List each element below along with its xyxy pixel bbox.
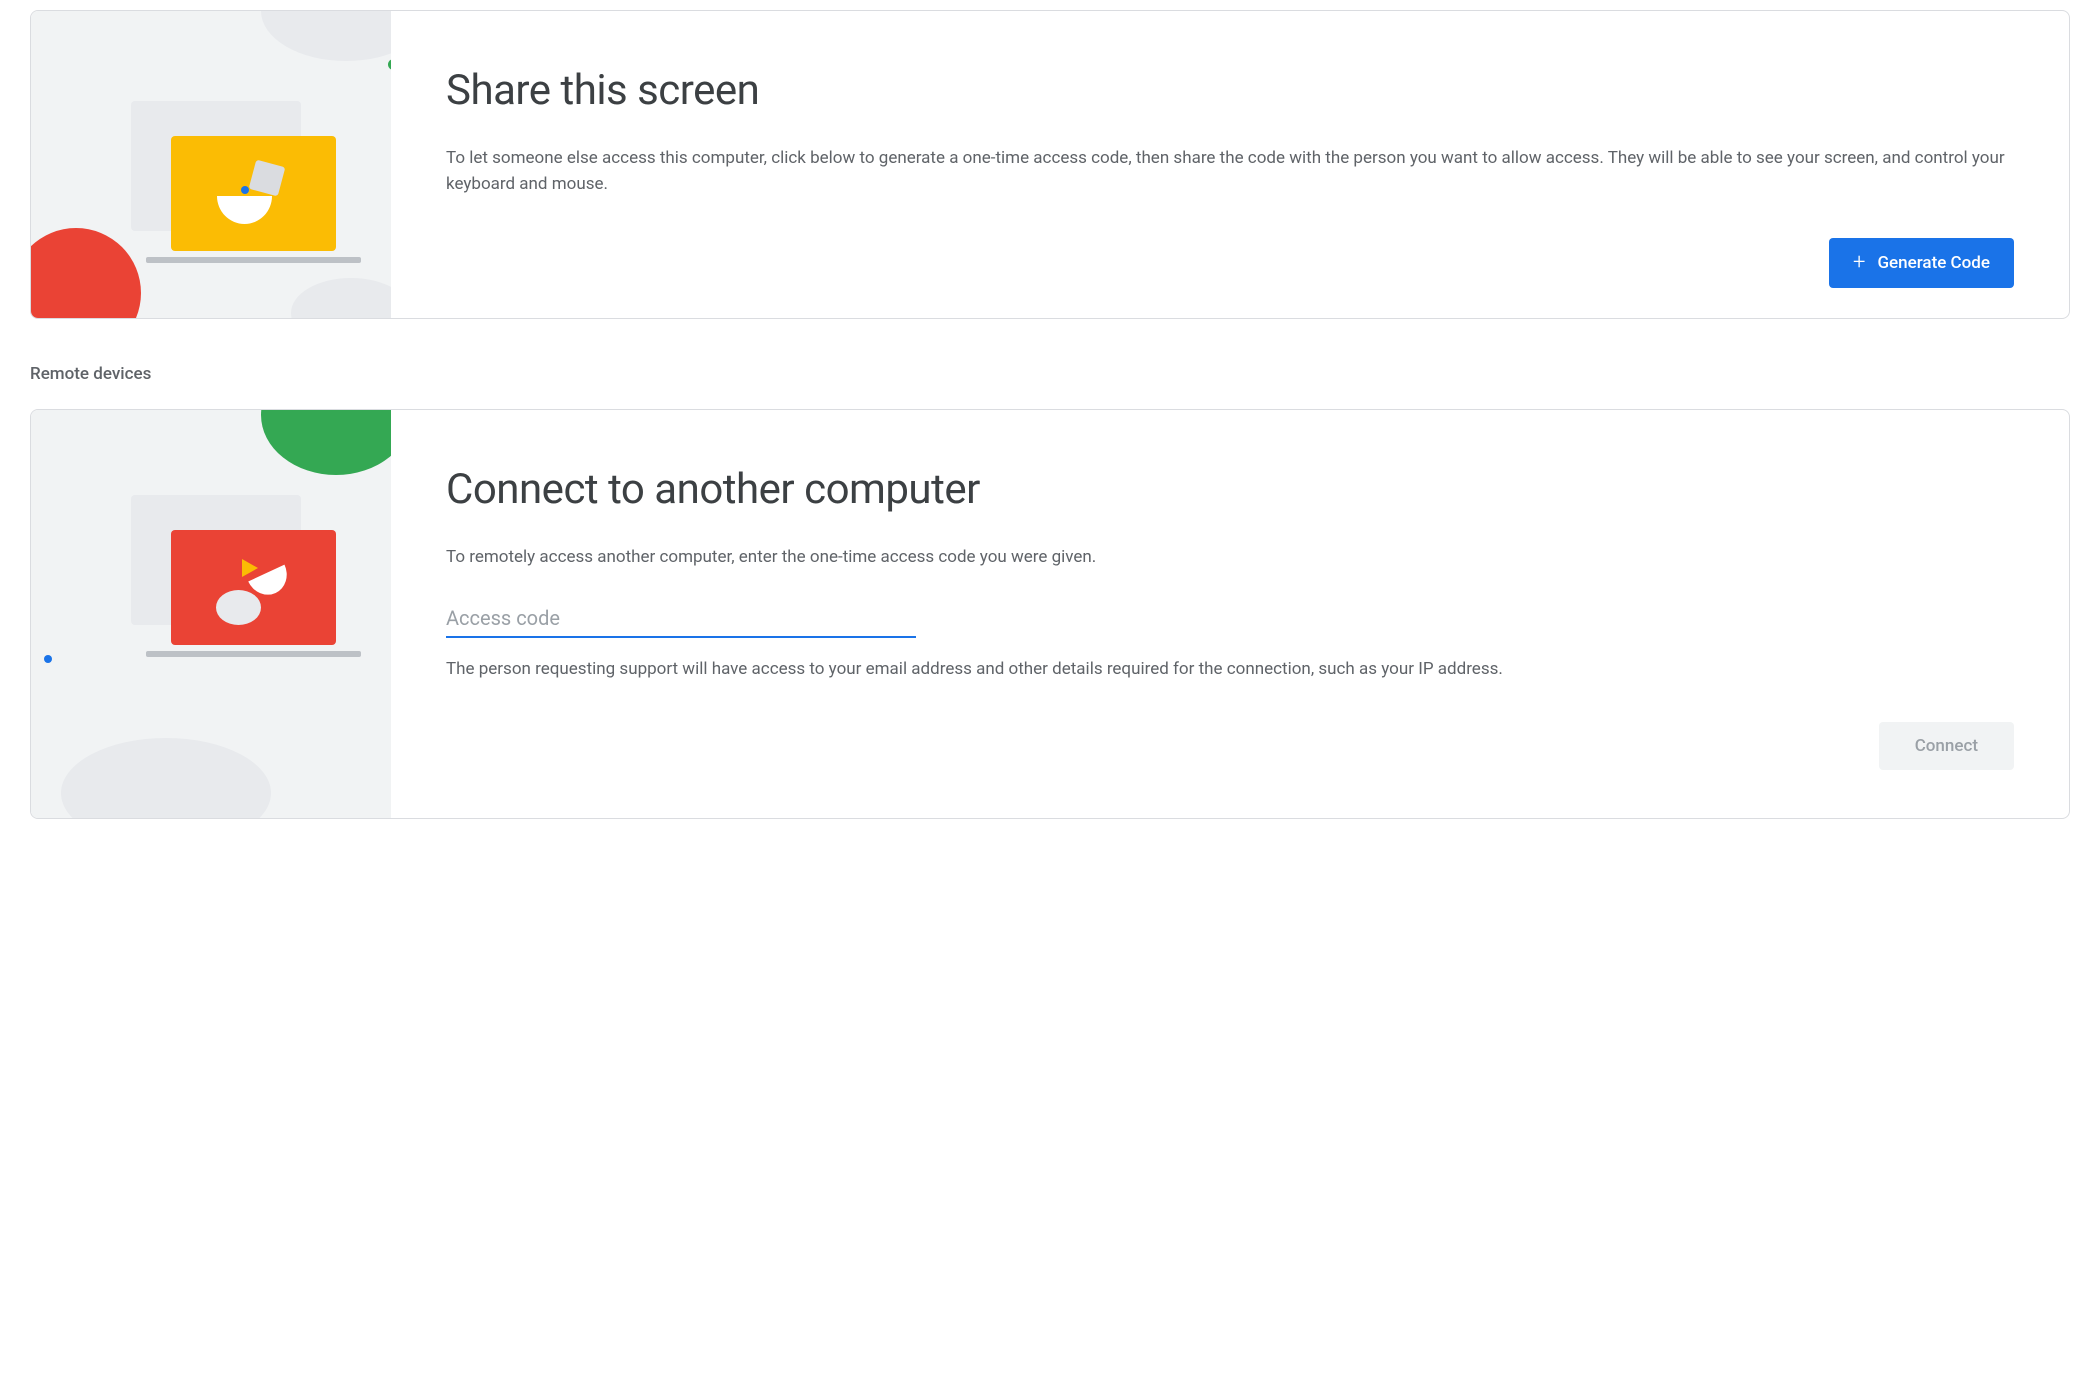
connect-card: Connect to another computer To remotely … — [30, 409, 2070, 819]
decorative-blob — [291, 278, 391, 318]
connect-description: To remotely access another computer, ent… — [446, 544, 2014, 570]
decorative-blob — [61, 738, 271, 818]
connect-title: Connect to another computer — [446, 465, 2014, 514]
decorative-laptop-base — [146, 651, 361, 657]
decorative-blob — [261, 410, 391, 475]
decorative-dot — [388, 59, 391, 70]
share-content: Share this screen To let someone else ac… — [391, 11, 2069, 318]
decorative-dot — [241, 186, 249, 194]
decorative-shape — [216, 590, 261, 625]
share-illustration — [31, 11, 391, 318]
share-description: To let someone else access this computer… — [446, 145, 2014, 198]
connect-button[interactable]: Connect — [1879, 722, 2014, 770]
decorative-blob — [31, 228, 141, 318]
connect-helper-text: The person requesting support will have … — [446, 656, 2014, 682]
connect-content: Connect to another computer To remotely … — [391, 410, 2069, 818]
plus-icon: + — [1853, 252, 1865, 274]
generate-code-button[interactable]: + Generate Code — [1829, 238, 2014, 288]
generate-code-label: Generate Code — [1877, 253, 1990, 273]
connect-illustration — [31, 410, 391, 818]
decorative-laptop — [171, 136, 336, 251]
decorative-blob — [261, 11, 391, 61]
share-actions: + Generate Code — [446, 238, 2014, 288]
decorative-laptop-base — [146, 257, 361, 263]
share-screen-card: Share this screen To let someone else ac… — [30, 10, 2070, 319]
access-code-input[interactable] — [446, 600, 916, 638]
decorative-dot — [44, 655, 52, 663]
decorative-triangle — [242, 559, 258, 577]
connect-actions: Connect — [446, 722, 2014, 770]
remote-devices-label: Remote devices — [30, 364, 2070, 384]
share-title: Share this screen — [446, 66, 2014, 115]
